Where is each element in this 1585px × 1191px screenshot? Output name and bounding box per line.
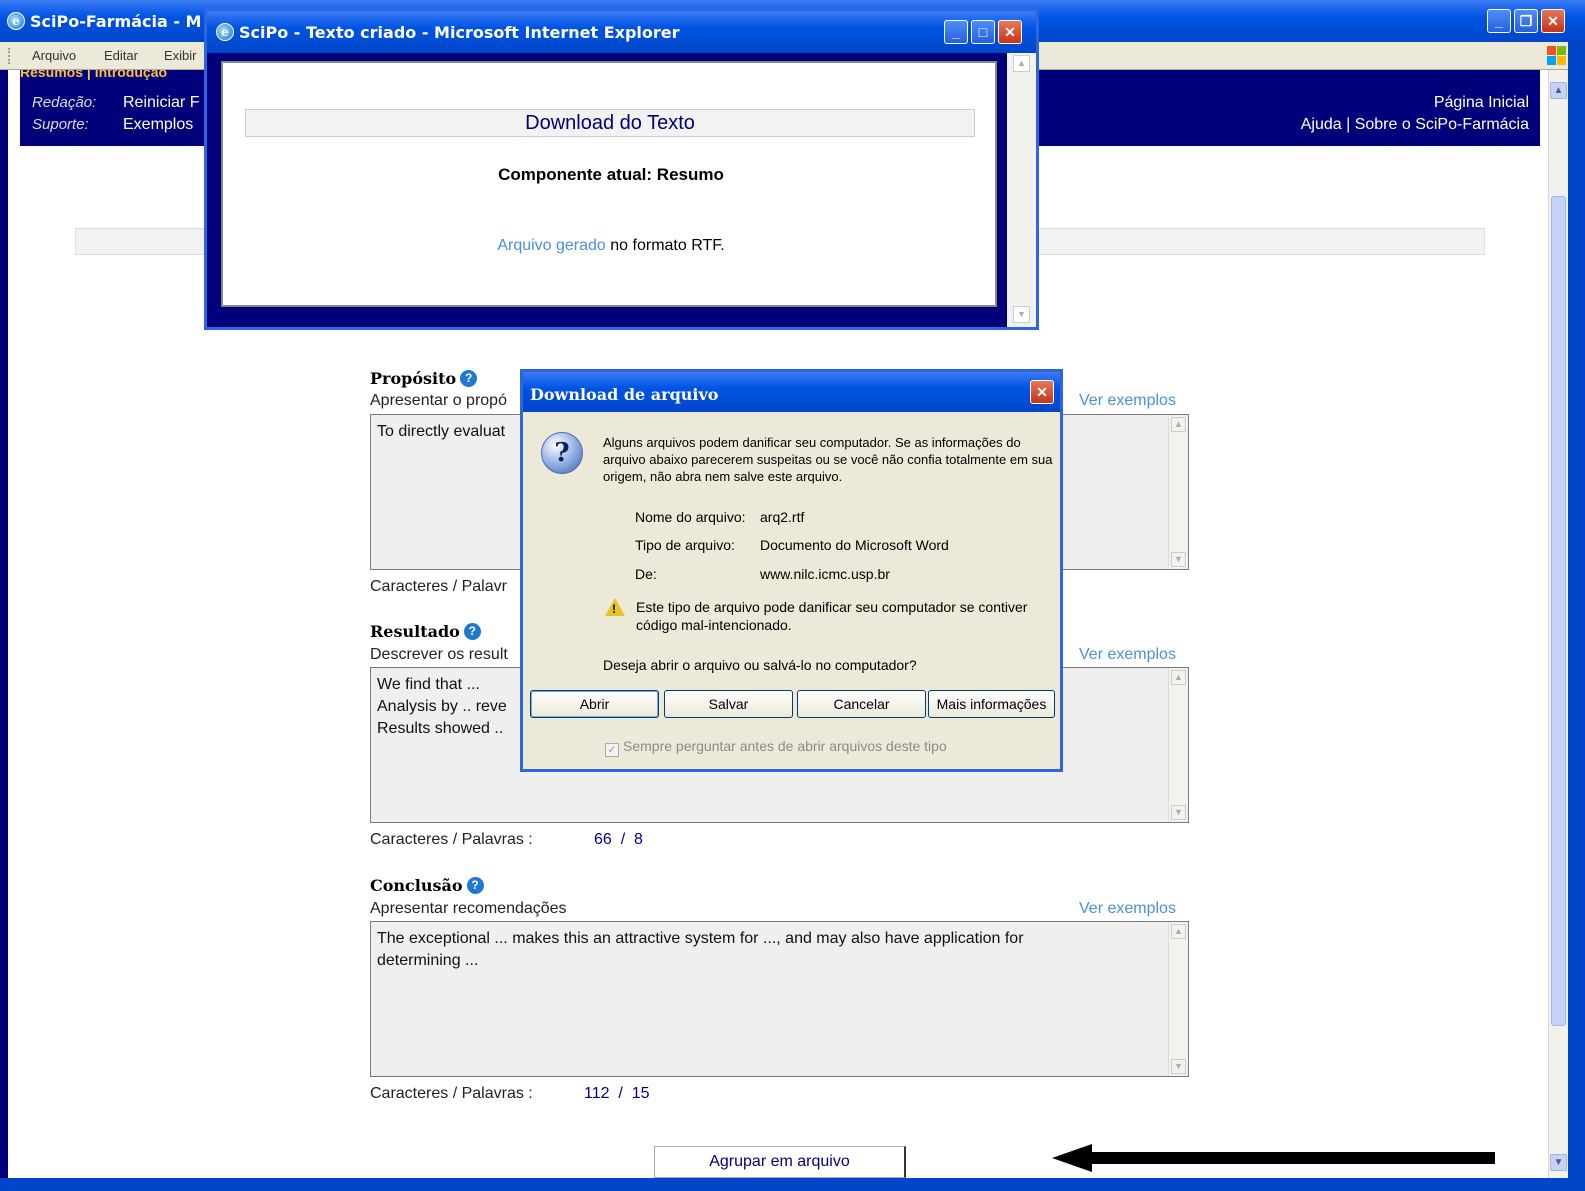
scroll-up-icon[interactable]: ▲ bbox=[1013, 55, 1030, 72]
nav-tabs[interactable]: Resumos | Introdução bbox=[20, 70, 200, 84]
dialog-warning2-text: Este tipo de arquivo pode danificar seu … bbox=[636, 599, 1028, 633]
sempre-perguntar-checkbox[interactable]: ✓ Sempre perguntar antes de abrir arquivo… bbox=[605, 738, 947, 757]
conclusao-title: Conclusão bbox=[370, 876, 463, 895]
proposito-text: To directly evaluat bbox=[377, 423, 506, 440]
conclusao-count-label: Caracteres / Palavras : bbox=[370, 1085, 533, 1102]
minimize-icon[interactable]: _ bbox=[944, 20, 968, 44]
textarea-scrollbar[interactable]: ▲ ▼ bbox=[1168, 668, 1188, 822]
abrir-button[interactable]: Abrir bbox=[530, 690, 659, 718]
window-bottom-border bbox=[0, 1178, 1585, 1191]
reiniciar-link[interactable]: Reiniciar F bbox=[123, 94, 199, 112]
resultado-count-value: 66 / 8 bbox=[594, 831, 643, 848]
texto-criado-window: e SciPo - Texto criado - Microsoft Inter… bbox=[204, 8, 1039, 330]
redacao-label: Redação: bbox=[32, 94, 97, 111]
ie-icon: e bbox=[7, 12, 25, 30]
exemplos-link[interactable]: Exemplos bbox=[123, 116, 193, 134]
de-label: De: bbox=[635, 566, 657, 582]
restore-icon[interactable]: ❐ bbox=[1514, 9, 1538, 33]
dialog-warning-text: Alguns arquivos podem danificar seu comp… bbox=[603, 435, 1053, 484]
sempre-perguntar-label: Sempre perguntar antes de abrir arquivos… bbox=[623, 738, 947, 754]
cancelar-button[interactable]: Cancelar bbox=[797, 690, 926, 718]
windows-logo-icon bbox=[1547, 46, 1567, 66]
help-icon[interactable]: ? bbox=[466, 877, 484, 894]
proposito-section: Propósito? bbox=[370, 369, 478, 388]
menu-editar[interactable]: Editar bbox=[104, 48, 138, 63]
textarea-scrollbar[interactable]: ▲ ▼ bbox=[1168, 922, 1188, 1076]
help-icon[interactable]: ? bbox=[463, 623, 481, 640]
proposito-desc: Apresentar o propó bbox=[370, 392, 507, 409]
annotation-arrow-icon bbox=[1052, 1144, 1092, 1172]
dialog-titlebar[interactable]: Download de arquivo ✕ bbox=[523, 372, 1060, 412]
menu-exibir[interactable]: Exibir bbox=[164, 48, 197, 63]
popup-scrollbar[interactable]: ▲ ▼ bbox=[1007, 53, 1036, 327]
suporte-label: Suporte: bbox=[32, 116, 89, 133]
close-icon[interactable]: ✕ bbox=[1030, 380, 1054, 404]
window-right-border bbox=[1568, 42, 1585, 1191]
conclusao-textarea[interactable]: The exceptional ... makes this an attrac… bbox=[370, 921, 1189, 1077]
annotation-arrow-shaft bbox=[1085, 1152, 1495, 1164]
conclusao-ver-exemplos-link[interactable]: Ver exemplos bbox=[1079, 900, 1176, 918]
close-icon[interactable]: ✕ bbox=[998, 20, 1022, 44]
conclusao-desc: Apresentar recomendações bbox=[370, 900, 567, 917]
ie-icon: e bbox=[216, 23, 234, 41]
main-scrollbar[interactable]: ▲ ▼ bbox=[1548, 70, 1568, 1178]
conclusao-count-value: 112 / 15 bbox=[584, 1085, 650, 1102]
proposito-title: Propósito bbox=[370, 369, 457, 388]
help-icon[interactable]: ? bbox=[460, 370, 478, 387]
proposito-ver-exemplos-link[interactable]: Ver exemplos bbox=[1079, 392, 1176, 410]
tipo-arquivo-value: Documento do Microsoft Word bbox=[760, 537, 949, 553]
scrollbar-thumb[interactable] bbox=[1551, 196, 1566, 1026]
resultado-count-label: Caracteres / Palavras : bbox=[370, 831, 533, 848]
scroll-up-icon[interactable]: ▲ bbox=[1550, 82, 1567, 99]
conclusao-section: Conclusão? bbox=[370, 876, 484, 895]
tipo-arquivo-label: Tipo de arquivo: bbox=[635, 537, 735, 553]
resultado-title: Resultado bbox=[370, 622, 460, 641]
download-dialog: Download de arquivo ✕ ? Alguns arquivos … bbox=[520, 369, 1063, 772]
menu-arquivo[interactable]: Arquivo bbox=[32, 48, 76, 63]
agrupar-em-arquivo-button[interactable]: Agrupar em arquivo bbox=[654, 1146, 906, 1178]
maximize-icon[interactable]: □ bbox=[971, 20, 995, 44]
popup-content: Download do Texto Componente atual: Resu… bbox=[221, 61, 997, 307]
arquivo-gerado-link[interactable]: Arquivo gerado bbox=[497, 237, 606, 254]
dialog-title: Download de arquivo bbox=[530, 385, 719, 404]
toolbar-grip[interactable] bbox=[8, 48, 11, 64]
resultado-desc: Descrever os result bbox=[370, 646, 508, 663]
download-do-texto-heading: Download do Texto bbox=[245, 109, 975, 137]
dialog-question: Deseja abrir o arquivo ou salvá-lo no co… bbox=[603, 657, 917, 673]
salvar-button[interactable]: Salvar bbox=[664, 690, 793, 718]
close-icon[interactable]: ✕ bbox=[1541, 9, 1565, 33]
question-icon: ? bbox=[541, 432, 583, 474]
nome-arquivo-label: Nome do arquivo: bbox=[635, 509, 746, 525]
conclusao-text: The exceptional ... makes this an attrac… bbox=[377, 930, 1024, 969]
checkbox-check-icon: ✓ bbox=[605, 743, 619, 757]
scroll-down-icon[interactable]: ▼ bbox=[1013, 306, 1030, 323]
scroll-down-icon[interactable]: ▼ bbox=[1550, 1154, 1567, 1171]
warning-icon: ! bbox=[605, 598, 625, 616]
proposito-count-label: Caracteres / Palavr bbox=[370, 578, 507, 595]
ajuda-sobre-link[interactable]: Ajuda | Sobre o SciPo-Farmácia bbox=[1301, 116, 1529, 134]
nome-arquivo-value: arq2.rtf bbox=[760, 509, 805, 525]
window-left-border bbox=[0, 70, 8, 1191]
pagina-inicial-link[interactable]: Página Inicial bbox=[1434, 94, 1529, 112]
resultado-section: Resultado? bbox=[370, 622, 481, 641]
popup-title: SciPo - Texto criado - Microsoft Interne… bbox=[239, 23, 680, 42]
componente-atual: Componente atual: Resumo bbox=[498, 165, 724, 184]
resultado-ver-exemplos-link[interactable]: Ver exemplos bbox=[1079, 646, 1176, 664]
de-value: www.nilc.icmc.usp.br bbox=[760, 566, 890, 582]
arquivo-format-text: no formato RTF. bbox=[605, 237, 725, 254]
main-window-title: SciPo-Farmácia - Mi bbox=[30, 12, 200, 31]
textarea-scrollbar[interactable]: ▲ ▼ bbox=[1168, 415, 1188, 569]
popup-titlebar[interactable]: e SciPo - Texto criado - Microsoft Inter… bbox=[207, 11, 1036, 53]
arquivo-gerado-line: Arquivo gerado no formato RTF. bbox=[223, 237, 999, 255]
mais-informacoes-button[interactable]: Mais informações bbox=[928, 690, 1055, 718]
minimize-icon[interactable]: _ bbox=[1487, 9, 1511, 33]
